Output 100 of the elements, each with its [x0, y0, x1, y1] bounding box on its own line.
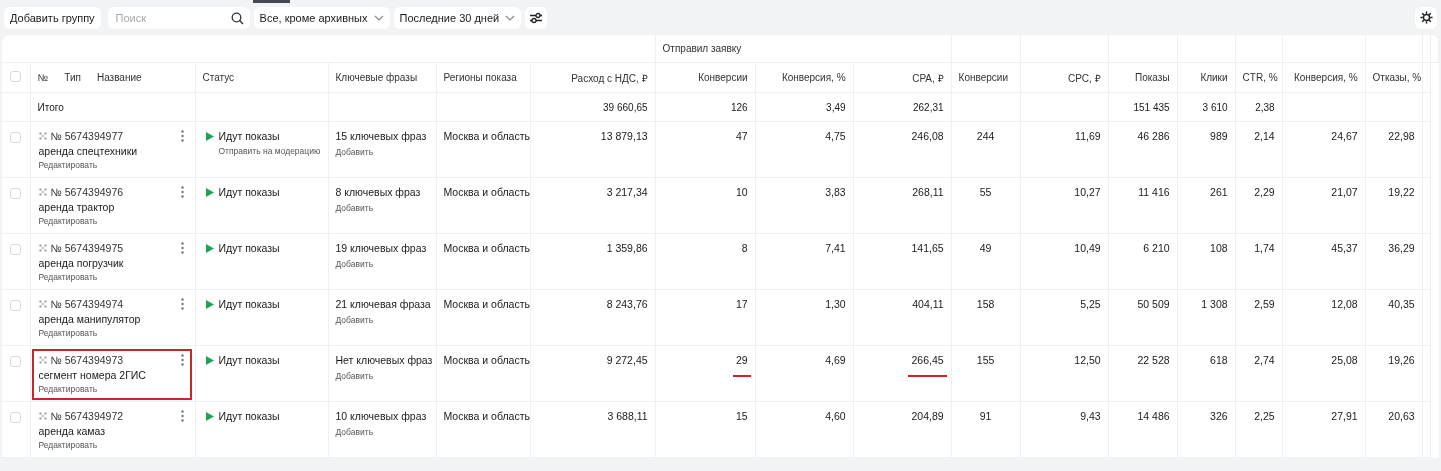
group-type-icon [38, 412, 47, 420]
metric-value: 9,43 [1080, 410, 1101, 422]
add-link[interactable]: Добавить [335, 371, 374, 381]
metric-value: 246,08 [911, 130, 944, 142]
keywords-count: 8 ключевых фраз [335, 186, 422, 198]
group-number: № 5674394975 [50, 242, 124, 254]
column-header: Конверсия, % [1293, 72, 1358, 83]
column-header: Расход с НДС, ₽ [571, 72, 648, 84]
metric-value: 45,37 [1331, 242, 1358, 254]
metric-value: 22,98 [1388, 130, 1415, 142]
filter-dropdown[interactable]: Последние 30 дней [393, 6, 522, 29]
column-header: № [37, 72, 49, 83]
chevron-icon [505, 14, 516, 21]
metric-value: 19,22 [1388, 186, 1415, 198]
group-name: аренда трактор [38, 201, 116, 213]
add-link[interactable]: Добавить [335, 147, 374, 157]
edit-link[interactable]: Редактировать [38, 216, 184, 226]
metric-value: 11 416 [1138, 186, 1170, 198]
metric-value: 4,60 [825, 410, 846, 422]
settings-sliders-button[interactable] [525, 6, 548, 29]
edit-link[interactable]: Редактировать [38, 328, 184, 338]
metric-value: 46 286 [1137, 130, 1170, 142]
column-header: Отказы, % [1372, 72, 1422, 83]
metric-value: 10,27 [1074, 186, 1101, 198]
metric-value: 3 217,34 [606, 186, 648, 198]
edit-link[interactable]: Редактировать [38, 272, 184, 282]
metric-value: 47 [735, 130, 748, 142]
metric-value: 618 [1210, 354, 1228, 366]
column-header: Статус [202, 72, 235, 83]
group-name: аренда погрузчик [38, 257, 125, 269]
group-number: № 5674394977 [50, 130, 124, 142]
metric-value: 244 [976, 130, 995, 142]
edit-link[interactable]: Редактировать [38, 384, 184, 394]
settings-icon [1419, 11, 1433, 24]
column-header: Конверсия, % [781, 72, 846, 83]
add-group-button[interactable]: Добавить группу [4, 6, 101, 29]
metric-value: 204,89 [911, 410, 944, 422]
region-text: Москва и область [443, 298, 529, 310]
metric-value: 19,26 [1388, 354, 1415, 366]
metric-value: 29 [732, 354, 751, 377]
metric-value: 1,30 [825, 298, 846, 310]
metric-value: 49 [979, 242, 992, 254]
metric-value: 155 [976, 354, 995, 366]
metric-value: 7,41 [825, 242, 846, 254]
row-checkbox[interactable] [10, 244, 21, 255]
column-header: CPA, ₽ [912, 72, 944, 84]
filter-dropdown[interactable]: Все, кроме архивных [253, 6, 390, 29]
column-header: CTR, % [1242, 72, 1278, 83]
group-name: аренда спецтехники [38, 145, 139, 157]
add-link[interactable]: Добавить [335, 315, 374, 325]
play-icon [205, 131, 214, 141]
row-checkbox[interactable] [10, 412, 21, 423]
row-checkbox[interactable] [10, 132, 21, 143]
metric-value: 1 308 [1201, 298, 1228, 310]
moderation-link[interactable]: Отправить на модерацию [218, 146, 321, 156]
select-all-checkbox[interactable] [10, 71, 21, 82]
add-link[interactable]: Добавить [335, 259, 374, 269]
more-icon[interactable] [180, 186, 184, 198]
total-value: 3 610 [1202, 101, 1228, 113]
metric-value: 15 [735, 410, 748, 422]
edit-link[interactable]: Редактировать [38, 440, 184, 450]
metric-value: 11,69 [1075, 130, 1101, 142]
group-name: аренда манипулятор [38, 313, 142, 325]
row-checkbox[interactable] [10, 300, 21, 311]
column-header: Клики [1200, 72, 1228, 83]
status-text: Идут показы [218, 242, 280, 254]
settings-button[interactable] [1415, 6, 1437, 29]
row-checkbox[interactable] [10, 188, 21, 199]
total-value: 3,49 [826, 101, 846, 113]
metric-value: 261 [1210, 186, 1228, 198]
more-icon[interactable] [180, 354, 184, 366]
more-icon[interactable] [180, 130, 184, 142]
add-link[interactable]: Добавить [335, 203, 374, 213]
row-checkbox[interactable] [10, 356, 21, 367]
status-text: Идут показы [218, 410, 280, 422]
status-text: Идут показы [218, 186, 280, 198]
metric-value: 108 [1210, 242, 1228, 254]
keywords-count: 21 ключевая фраза [335, 298, 429, 310]
metric-value: 3 688,11 [607, 410, 648, 422]
metric-value: 21,07 [1331, 186, 1358, 198]
total-value: 262,31 [913, 101, 944, 113]
group-name: аренда камаз [38, 425, 107, 437]
add-link[interactable]: Добавить [335, 427, 374, 437]
more-icon[interactable] [180, 242, 184, 254]
region-text: Москва и область [443, 130, 529, 142]
keywords-count: 15 ключевых фраз [335, 130, 428, 142]
region-text: Москва и область [443, 242, 529, 254]
metric-value: 158 [976, 298, 995, 310]
metric-value: 8 243,76 [606, 298, 648, 310]
search-icon [230, 11, 244, 25]
column-header: Показы [1135, 72, 1170, 83]
metric-value: 20,63 [1388, 410, 1415, 422]
edit-link[interactable]: Редактировать [38, 160, 184, 170]
search-field[interactable]: Поиск [107, 6, 250, 29]
metric-value: 2,25 [1254, 410, 1275, 422]
group-name: сегмент номера 2ГИС [38, 369, 147, 381]
metric-value: 141,65 [911, 242, 944, 254]
more-icon[interactable] [180, 298, 184, 310]
tab-indicator [253, 0, 290, 3]
more-icon[interactable] [180, 410, 184, 422]
